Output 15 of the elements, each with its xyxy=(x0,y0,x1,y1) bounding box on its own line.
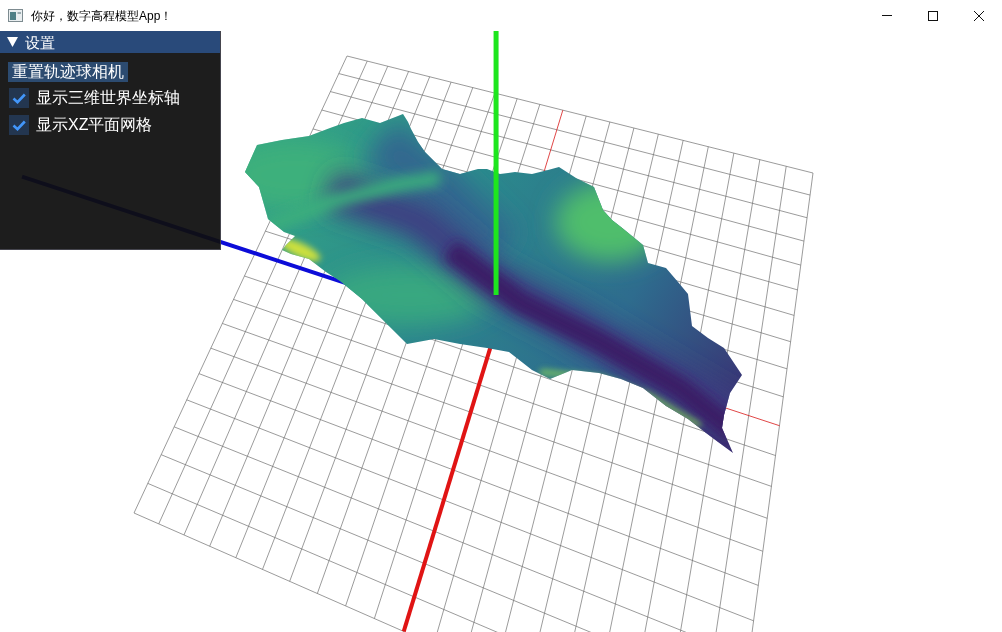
panel-title-bar[interactable]: 设置 xyxy=(0,31,220,53)
checkmark-icon xyxy=(12,119,26,131)
reset-camera-button[interactable]: 重置轨迹球相机 xyxy=(8,62,128,82)
checkbox-label: 显示三维世界坐标轴 xyxy=(36,88,180,108)
checkmark-icon xyxy=(12,92,26,104)
app-icon xyxy=(8,9,23,22)
checkbox[interactable] xyxy=(9,115,29,135)
caret-icon[interactable] xyxy=(7,37,18,47)
close-icon xyxy=(974,10,984,21)
minimize-icon xyxy=(882,15,892,16)
checkbox-label: 显示XZ平面网格 xyxy=(36,115,153,135)
maximize-icon xyxy=(928,10,938,21)
checkbox[interactable] xyxy=(9,88,29,108)
panel-title: 设置 xyxy=(25,34,55,50)
window-title: 你好，数字高程模型App！ xyxy=(31,9,173,22)
